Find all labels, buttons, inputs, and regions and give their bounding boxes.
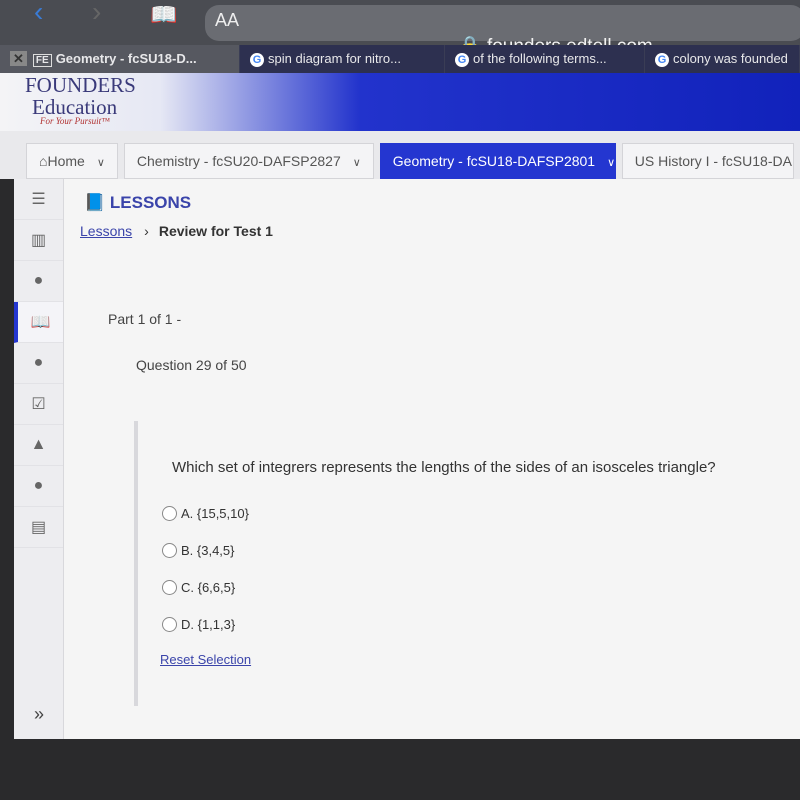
- chevron-down-icon: ∨: [607, 157, 616, 169]
- browser-tabs: ✕ FE Geometry - fcSU18-D... Gspin diagram …: [0, 45, 800, 73]
- option-c[interactable]: C. {6,6,5}: [162, 580, 235, 595]
- tab-colony[interactable]: Gcolony was founded: [645, 45, 800, 73]
- logo[interactable]: FOUNDERS: [25, 75, 136, 96]
- book-icon: 📘: [84, 193, 110, 212]
- option-label: B. {3,4,5}: [181, 543, 235, 558]
- question-text: Which set of integrers represents the le…: [172, 459, 716, 476]
- back-icon[interactable]: ‹: [34, 0, 43, 28]
- option-d[interactable]: D. {1,1,3}: [162, 617, 235, 632]
- google-icon: G: [655, 53, 669, 67]
- course-tab-chemistry[interactable]: Chemistry - fcSU20-DAFSP2827 ∨: [123, 143, 374, 179]
- reset-selection-link[interactable]: Reset Selection: [160, 652, 251, 667]
- tab-label: colony was founded: [673, 51, 788, 66]
- question-box: Which set of integrers represents the le…: [134, 421, 800, 706]
- option-label: D. {1,1,3}: [181, 617, 236, 632]
- close-icon[interactable]: ✕: [10, 51, 27, 66]
- sidebar: ☰ ▥ ● 📖 ● ☑ ▲ ● ▤ »: [14, 179, 64, 739]
- radio[interactable]: [162, 580, 177, 595]
- breadcrumb-lessons[interactable]: Lessons: [80, 223, 132, 239]
- home-tab[interactable]: ⌂Home ∨: [26, 143, 118, 179]
- tab-label: US History I - fcSU18-DAF...: [634, 153, 794, 169]
- screen-bezel: [0, 739, 800, 800]
- option-b[interactable]: B. {3,4,5}: [162, 543, 235, 558]
- globe-icon[interactable]: ●: [14, 261, 63, 302]
- logo-tagline: For Your Pursuit™: [40, 116, 111, 126]
- globe-icon[interactable]: ●: [14, 466, 63, 507]
- part-label: Part 1 of 1 -: [108, 311, 182, 327]
- breadcrumb-current: Review for Test 1: [158, 223, 273, 239]
- list-icon[interactable]: ☰: [14, 179, 63, 220]
- radio[interactable]: [162, 506, 177, 521]
- favicon: FE: [32, 54, 52, 67]
- google-icon: G: [455, 53, 469, 67]
- tab-following-terms[interactable]: Gof the following terms...: [445, 45, 645, 73]
- course-tab-geometry[interactable]: Geometry - fcSU18-DAFSP2801 ∨: [379, 143, 616, 179]
- book-icon[interactable]: 📖: [150, 2, 177, 28]
- drive-icon[interactable]: ▲: [14, 425, 63, 466]
- tab-label: Geometry - fcSU18-D...: [55, 51, 197, 66]
- course-nav: ⌂Home ∨ Chemistry - fcSU20-DAFSP2827 ∨ Geo…: [0, 131, 800, 179]
- radio[interactable]: [162, 543, 177, 558]
- tab-label: spin diagram for nitro...: [268, 51, 401, 66]
- google-icon: G: [250, 53, 264, 67]
- tab-label: Chemistry - fcSU20-DAFSP2827: [136, 153, 341, 169]
- breadcrumb: Lessons › Review for Test 1: [80, 223, 273, 239]
- check-square-icon[interactable]: ☑: [14, 384, 63, 425]
- chevron-down-icon: ∨: [96, 157, 105, 169]
- text-size-button[interactable]: AA: [215, 10, 239, 31]
- chevron-down-icon: ∨: [352, 157, 361, 169]
- page-title: 📘 LESSONS: [84, 193, 191, 213]
- book-icon[interactable]: 📖: [14, 302, 63, 343]
- globe-icon[interactable]: ●: [14, 343, 63, 384]
- expand-icon[interactable]: »: [14, 704, 64, 725]
- notebook-icon[interactable]: ▤: [14, 507, 63, 548]
- map-icon[interactable]: ▥: [14, 220, 63, 261]
- site-banner: FOUNDERS Education For Your Pursuit™: [0, 73, 800, 131]
- tab-label: of the following terms...: [473, 51, 607, 66]
- option-label: C. {6,6,5}: [181, 580, 236, 595]
- tab-label: Geometry - fcSU18-DAFSP2801: [392, 153, 596, 169]
- main-content: 📘 LESSONS Lessons › Review for Test 1 Part…: [64, 179, 800, 739]
- tab-geometry[interactable]: ✕ FE Geometry - fcSU18-D...: [0, 45, 240, 73]
- radio[interactable]: [162, 617, 177, 632]
- option-label: A. {15,5,10}: [181, 506, 249, 521]
- tab-spin-diagram[interactable]: Gspin diagram for nitro...: [240, 45, 445, 73]
- option-a[interactable]: A. {15,5,10}: [162, 506, 249, 521]
- question-number: Question 29 of 50: [136, 357, 247, 373]
- heading-text: LESSONS: [109, 193, 192, 212]
- tab-label: Home: [47, 153, 85, 169]
- chevron-right-icon: ›: [144, 223, 149, 239]
- course-tab-us-history[interactable]: US History I - fcSU18-DAF...: [621, 143, 794, 179]
- forward-icon[interactable]: ›: [92, 0, 101, 28]
